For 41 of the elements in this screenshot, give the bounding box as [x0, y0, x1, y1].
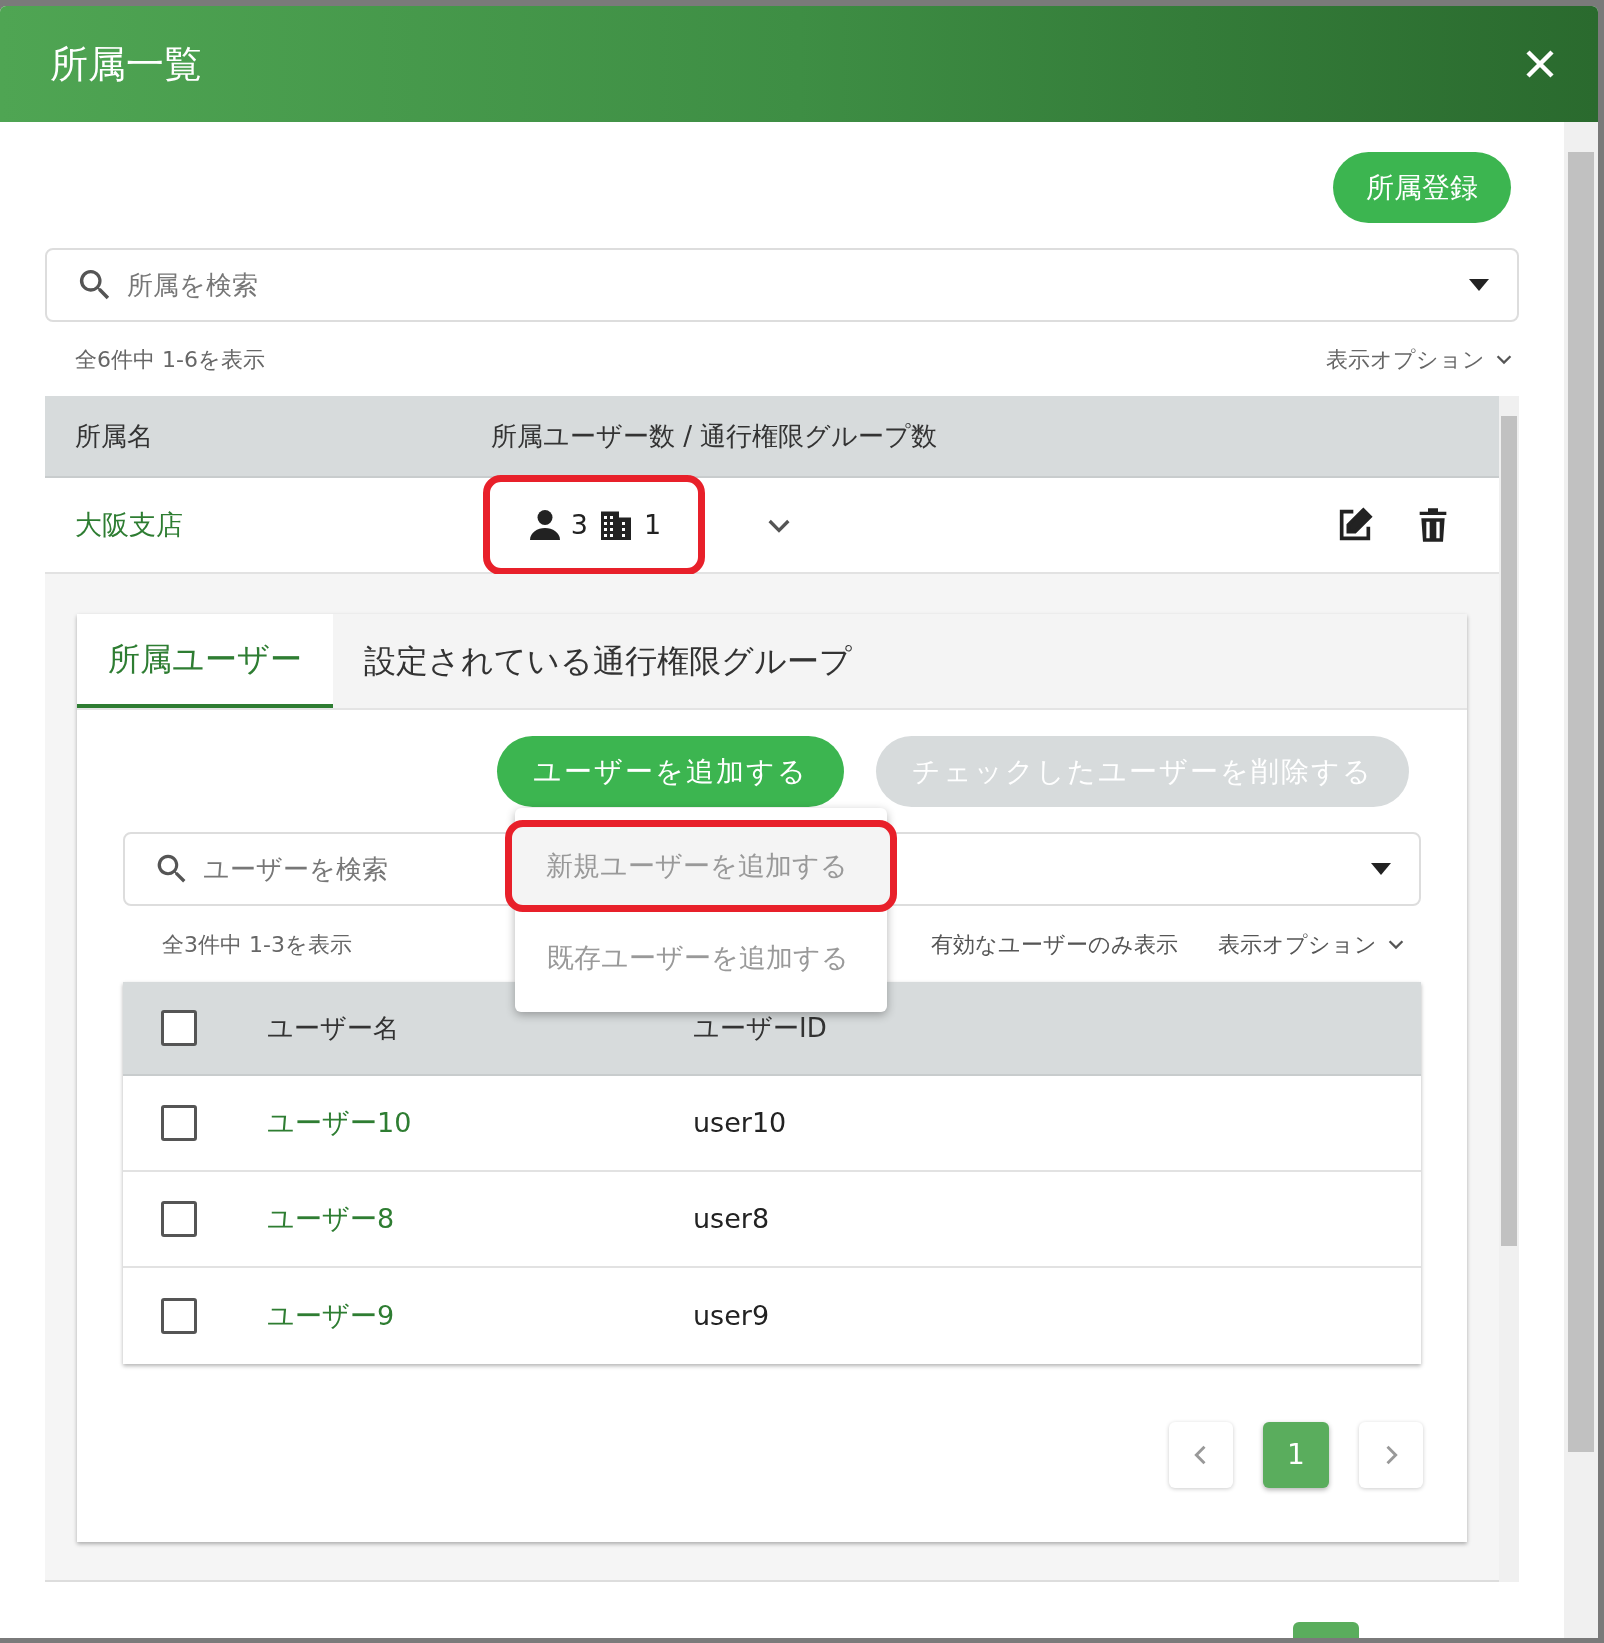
user-count: 3	[570, 507, 588, 542]
user-display-options-toggle[interactable]: 表示オプション	[1218, 927, 1407, 961]
user-search-input[interactable]: ユーザーを検索	[203, 849, 503, 889]
user-id: user8	[693, 1201, 770, 1236]
checkbox[interactable]	[161, 1298, 197, 1334]
user-name-link[interactable]: ユーザー8	[267, 1198, 693, 1240]
search-input[interactable]: 所属を検索	[127, 265, 1457, 305]
column-header: 所属ユーザー数 / 通行権限グループ数	[491, 419, 938, 453]
user-row[interactable]: ユーザー10 user10	[123, 1076, 1421, 1172]
display-options-toggle[interactable]: 表示オプション	[1326, 342, 1515, 376]
page-button[interactable]: 1	[1263, 1422, 1329, 1488]
group-count: 1	[644, 507, 662, 542]
user-name-link[interactable]: ユーザー9	[267, 1295, 693, 1337]
user-name-link[interactable]: ユーザー10	[267, 1102, 693, 1144]
active-only-filter[interactable]: 有効なユーザーのみ表示	[931, 927, 1178, 961]
dialog-title: 所属一覧	[50, 40, 202, 88]
dropdown-caret-icon[interactable]	[1469, 279, 1489, 291]
result-count: 全6件中 1-6を表示	[75, 345, 265, 374]
user-id: user10	[693, 1105, 787, 1140]
user-id: user9	[693, 1298, 770, 1333]
register-button[interactable]: 所属登録	[1333, 152, 1511, 223]
tab[interactable]: 設定されている通行権限グループ	[333, 614, 883, 708]
checkbox[interactable]	[161, 1010, 197, 1046]
department-link[interactable]: 大阪支店	[45, 504, 491, 546]
dropdown-caret-icon[interactable]	[1371, 863, 1391, 875]
user-result-count: 全3件中 1-3を表示	[162, 930, 352, 959]
column-header: ユーザーID	[693, 1011, 827, 1045]
menu-item[interactable]: 既存ユーザーを追加する	[515, 912, 887, 1004]
tab[interactable]: 所属ユーザー	[77, 614, 333, 708]
search-field[interactable]: 所属を検索	[45, 248, 1519, 322]
table-row[interactable]: 大阪支店 3 1	[45, 478, 1499, 574]
checkbox[interactable]	[161, 1105, 197, 1141]
dialog-scrollbar[interactable]	[1564, 122, 1598, 1638]
user-row[interactable]: ユーザー9 user9	[123, 1268, 1421, 1364]
menu-item[interactable]: 新規ユーザーを追加する	[505, 820, 897, 912]
user-row[interactable]: ユーザー8 user8	[123, 1172, 1421, 1268]
add-user-button[interactable]: ユーザーを追加する	[497, 736, 844, 807]
column-header: ユーザー名	[267, 1011, 400, 1045]
column-header: 所属名	[74, 419, 154, 453]
checkbox[interactable]	[161, 1201, 197, 1237]
table-scrollbar[interactable]	[1499, 396, 1519, 1582]
